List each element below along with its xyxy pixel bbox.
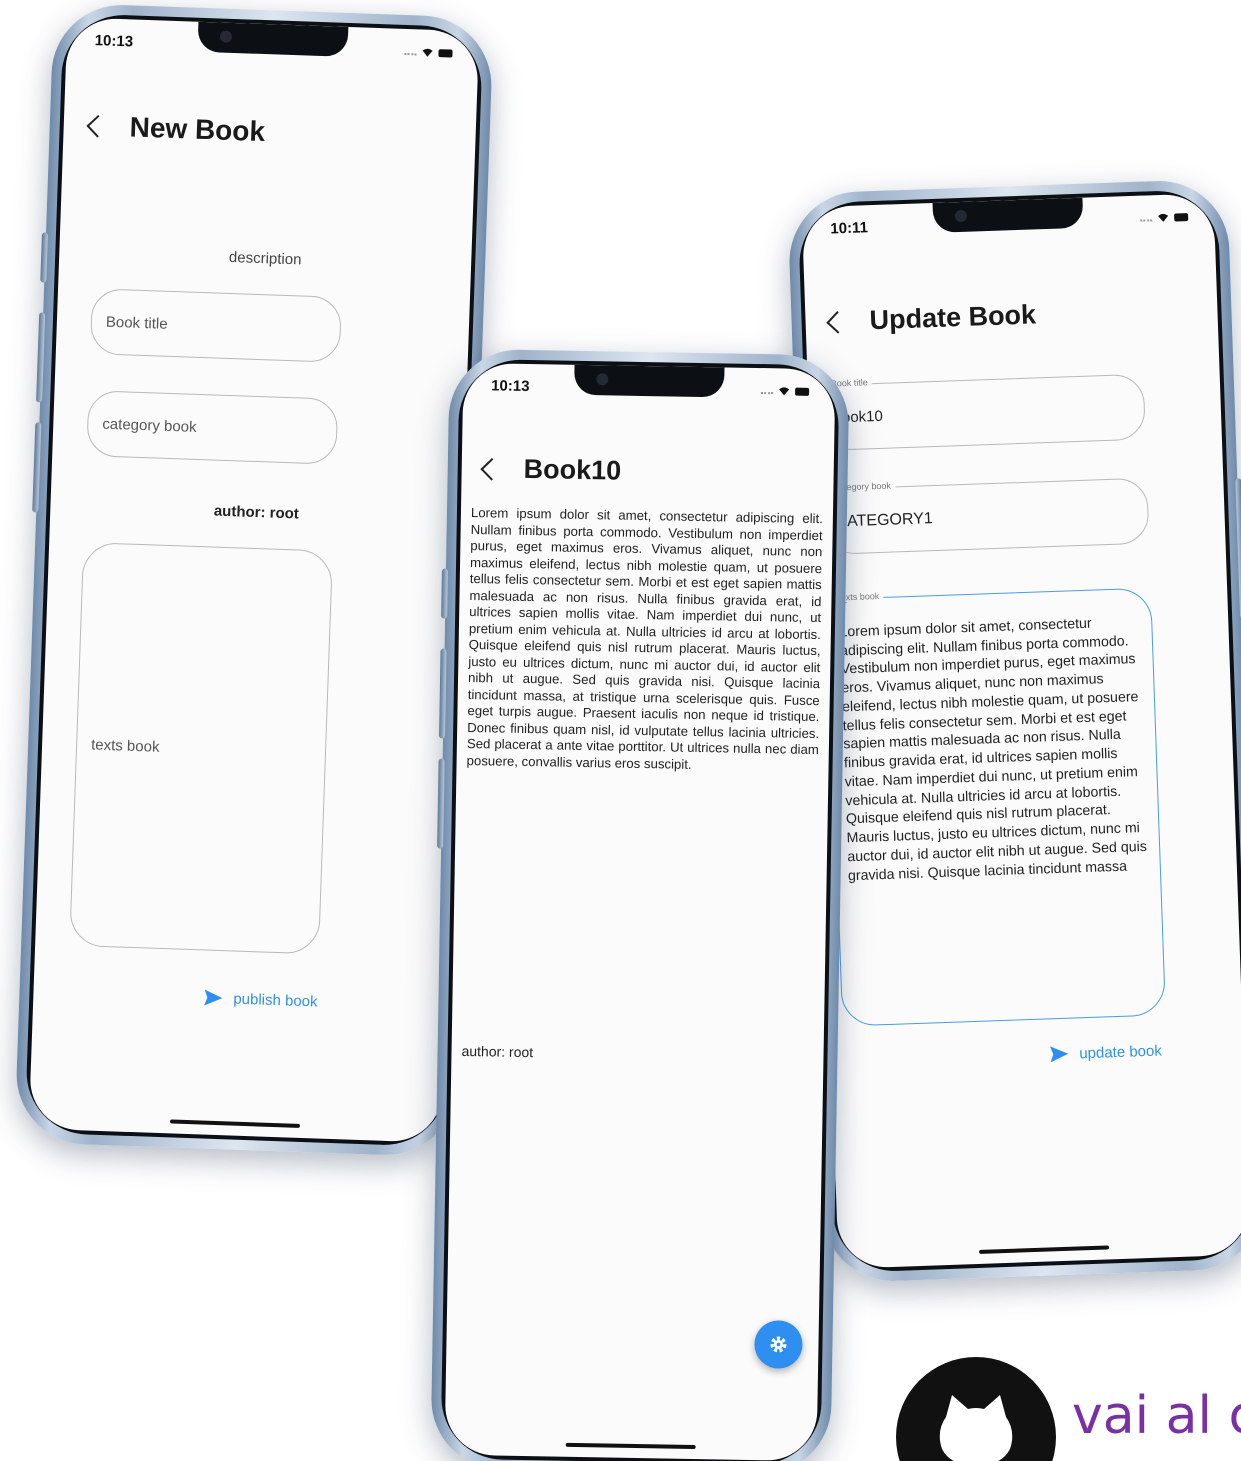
category-value: CATEGORY1 (835, 510, 934, 531)
book-title-placeholder: Book title (105, 313, 168, 333)
battery-icon (795, 387, 810, 396)
status-icons (761, 386, 810, 397)
home-indicator (169, 1119, 301, 1128)
category-input[interactable]: category book (86, 390, 339, 465)
wifi-icon (1157, 213, 1169, 223)
book-author: author: root (461, 1042, 534, 1061)
book-body-text: Lorem ipsum dolor sit amet, consectetur … (466, 504, 824, 772)
publish-book-label: publish book (233, 990, 318, 1010)
update-book-button[interactable]: update book (1049, 1041, 1162, 1063)
gear-icon (770, 1336, 787, 1353)
settings-fab[interactable] (754, 1320, 803, 1369)
back-arrow-icon[interactable] (480, 457, 504, 481)
side-button (40, 232, 48, 283)
showcase-stage: 10:13 New Book description Book title ca… (0, 0, 1241, 1461)
book-title-input[interactable]: Book title Book10 (819, 373, 1146, 451)
category-input[interactable]: category book CATEGORY1 (823, 477, 1150, 555)
send-icon (1050, 1046, 1069, 1063)
description-label: description (228, 248, 302, 269)
side-button (437, 758, 445, 849)
page-title: Book10 (523, 453, 622, 486)
status-time: 10:13 (491, 377, 530, 395)
battery-icon (438, 49, 453, 58)
screen-new-book: 10:13 New Book description Book title ca… (28, 17, 480, 1143)
side-button (1235, 478, 1241, 619)
screen-book-detail: 10:13 Book10 Lorem ipsum dolor sit amet,… (444, 362, 836, 1461)
back-arrow-icon[interactable] (86, 114, 110, 138)
status-icons (1140, 212, 1189, 224)
side-button (441, 568, 448, 619)
texts-input[interactable]: texts book (69, 542, 334, 955)
camera-icon (596, 373, 609, 386)
status-icons (404, 47, 453, 59)
publish-book-button[interactable]: publish book (203, 988, 318, 1010)
home-indicator (565, 1442, 696, 1450)
side-button (438, 648, 447, 739)
github-logo-icon[interactable] (896, 1357, 1056, 1461)
app-header: New Book (63, 109, 476, 155)
status-time: 10:13 (94, 32, 134, 51)
back-arrow-icon[interactable] (826, 310, 849, 334)
texts-input[interactable]: texts book Lorem ipsum dolor sit amet, c… (827, 587, 1167, 1027)
notch (574, 364, 725, 398)
notch (197, 21, 349, 57)
signal-icon (761, 388, 774, 395)
side-button (32, 422, 42, 513)
wifi-icon (778, 386, 790, 396)
battery-icon (1174, 213, 1189, 222)
page-title: Update Book (869, 299, 1037, 336)
phone-new-book: 10:13 New Book description Book title ca… (14, 2, 494, 1158)
status-time: 10:11 (830, 219, 869, 238)
github-cat-icon (939, 1395, 1013, 1461)
texts-value: Lorem ipsum dolor sit amet, consectetur … (839, 615, 1148, 884)
phone-update-book: 10:11 Update Book Book title Book10 cate… (787, 178, 1241, 1284)
author-label: author: root (213, 502, 300, 523)
wifi-icon (421, 48, 433, 58)
notch (932, 197, 1084, 233)
side-button (36, 312, 46, 403)
send-icon (204, 989, 223, 1006)
screen-update-book: 10:11 Update Book Book title Book10 cate… (801, 193, 1241, 1269)
texts-placeholder: texts book (90, 735, 160, 756)
page-title: New Book (129, 111, 266, 148)
update-book-label: update book (1078, 1041, 1163, 1062)
camera-icon (954, 209, 968, 223)
category-placeholder: category book (102, 415, 197, 436)
github-link-text[interactable]: vai al c (1072, 1386, 1241, 1446)
app-header: Update Book (805, 293, 1218, 338)
phone-book-detail: 10:13 Book10 Lorem ipsum dolor sit amet,… (430, 348, 850, 1461)
signal-icon (404, 48, 417, 56)
camera-icon (219, 30, 233, 43)
book-title-input[interactable]: Book title (89, 288, 342, 363)
signal-icon (1140, 215, 1153, 222)
home-indicator (979, 1245, 1110, 1254)
app-header: Book10 (461, 453, 833, 490)
